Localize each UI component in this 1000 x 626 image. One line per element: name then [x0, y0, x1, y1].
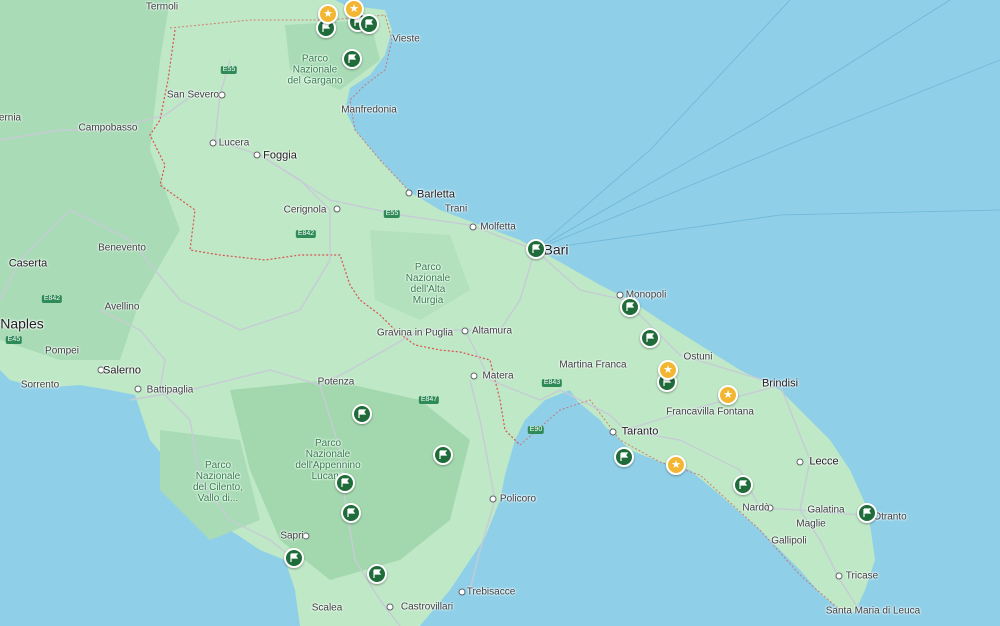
- place-label: Castrovillari: [400, 601, 454, 613]
- star-pin-icon[interactable]: ★: [318, 4, 338, 24]
- place-label: Taranto: [621, 425, 659, 438]
- flag-pin-icon[interactable]: [284, 548, 304, 568]
- place-label: Trani: [444, 203, 468, 215]
- place-label: Sorrento: [20, 379, 60, 391]
- place-label: Molfetta: [480, 221, 516, 233]
- place-label: Bari: [543, 241, 569, 258]
- flag-pin-icon[interactable]: [614, 447, 634, 467]
- city-dot: [616, 291, 624, 299]
- city-dot: [796, 458, 804, 466]
- ferry-lines: [534, 0, 1000, 251]
- place-label: Otranto: [873, 511, 907, 523]
- city-dot: [405, 189, 413, 197]
- city-dot: [134, 385, 142, 393]
- highway-shield: E45: [5, 336, 23, 344]
- place-label: Manfredonia: [341, 104, 397, 116]
- place-label: Barletta: [417, 188, 455, 201]
- city-dot: [461, 327, 469, 335]
- place-label: Policoro: [499, 493, 537, 505]
- city-dot: [209, 139, 217, 147]
- flag-pin-icon[interactable]: [640, 328, 660, 348]
- place-label: Galatina: [807, 504, 845, 516]
- place-label: Tricase: [845, 570, 879, 582]
- place-label: Potenza: [317, 376, 355, 388]
- star-pin-icon[interactable]: ★: [666, 455, 686, 475]
- park-label: Parco Nazionale del Gargano: [287, 53, 343, 87]
- city-dot: [386, 603, 394, 611]
- place-label: Termoli: [145, 1, 179, 13]
- highway-shield: E842: [295, 230, 317, 238]
- place-label: Caserta: [8, 257, 48, 270]
- flag-pin-icon[interactable]: [620, 297, 640, 317]
- place-label: Santa Maria di Leuca: [825, 605, 921, 617]
- highway-shield: E842: [41, 295, 63, 303]
- city-dot: [470, 372, 478, 380]
- place-label: Vieste: [392, 33, 420, 45]
- place-label: Nardò: [742, 502, 770, 514]
- city-dot: [489, 495, 497, 503]
- flag-pin-icon[interactable]: [433, 445, 453, 465]
- highway-shield: E847: [418, 396, 440, 404]
- city-dot: [253, 151, 261, 159]
- place-label: Altamura: [471, 325, 513, 337]
- place-label: ernia: [0, 112, 22, 124]
- flag-pin-icon[interactable]: [341, 503, 361, 523]
- place-label: Foggia: [263, 149, 297, 162]
- flag-pin-icon[interactable]: [367, 564, 387, 584]
- city-dot: [458, 588, 466, 596]
- flag-pin-icon[interactable]: [359, 14, 379, 34]
- flag-pin-icon[interactable]: [733, 475, 753, 495]
- place-label: Cerignola: [283, 204, 327, 216]
- highway-shield: E843: [541, 379, 563, 387]
- flag-pin-icon[interactable]: [342, 49, 362, 69]
- place-label: Francavilla Fontana: [666, 406, 754, 418]
- map-base-layer: [0, 0, 1000, 626]
- place-label: Matera: [482, 370, 514, 382]
- highway-shield: E55: [383, 210, 401, 218]
- map-canvas[interactable]: E55 E55 E842 E842 E45 E847 E843 E90 Term…: [0, 0, 1000, 626]
- place-label: Gallipoli: [771, 535, 807, 547]
- city-dot: [609, 428, 617, 436]
- place-label: Salerno: [103, 364, 141, 377]
- star-pin-icon[interactable]: ★: [658, 360, 678, 380]
- flag-pin-icon[interactable]: [526, 239, 546, 259]
- place-label: Maglie: [796, 518, 826, 530]
- place-label: Naples: [0, 315, 44, 332]
- place-label: Trebisacce: [466, 586, 516, 598]
- highway-shield: E90: [527, 426, 545, 434]
- place-label: Benevento: [98, 242, 146, 254]
- flag-pin-icon[interactable]: [335, 473, 355, 493]
- city-dot: [835, 572, 843, 580]
- place-label: Sapri: [280, 530, 304, 542]
- place-label: San Severo: [166, 89, 220, 101]
- place-label: Lecce: [809, 455, 839, 468]
- park-label: Parco Nazionale dell'Alta Murgia: [405, 262, 451, 306]
- city-dot: [333, 205, 341, 213]
- place-label: Campobasso: [78, 122, 138, 134]
- park-label: Parco Nazionale del Cilento, Vallo di...: [192, 460, 244, 504]
- place-label: Avellino: [104, 301, 140, 313]
- star-pin-icon[interactable]: ★: [718, 385, 738, 405]
- flag-pin-icon[interactable]: [352, 404, 372, 424]
- place-label: Lucera: [218, 137, 250, 149]
- highway-shield: E55: [220, 66, 238, 74]
- star-pin-icon[interactable]: ★: [344, 0, 364, 19]
- place-label: Scalea: [311, 602, 343, 614]
- place-label: Ostuni: [683, 351, 713, 363]
- city-dot: [469, 223, 477, 231]
- place-label: Martina Franca: [559, 359, 627, 371]
- place-label: Gravina in Puglia: [376, 327, 454, 339]
- flag-pin-icon[interactable]: [857, 503, 877, 523]
- place-label: Brindisi: [761, 377, 799, 390]
- place-label: Pompei: [45, 345, 79, 357]
- city-dot: [218, 91, 226, 99]
- place-label: Battipaglia: [146, 384, 194, 396]
